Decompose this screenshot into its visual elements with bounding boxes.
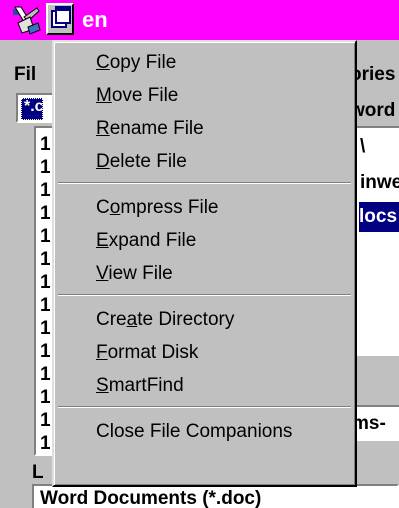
- file-list-item[interactable]: 1: [40, 272, 51, 294]
- menu-item-rename-file[interactable]: Rename File: [96, 114, 204, 144]
- file-operations-popup-menu: Copy File Move File Rename File Delete File…: [52, 40, 357, 487]
- title-bar: en: [0, 0, 399, 40]
- menu-item-create-directory[interactable]: Create Directory: [96, 305, 234, 335]
- file-list-item[interactable]: 1: [40, 226, 51, 248]
- window-title: en: [82, 7, 108, 32]
- menu-item-view-file[interactable]: View File: [96, 259, 173, 289]
- file-list-item[interactable]: 1: [40, 364, 51, 386]
- menu-item-format-disk[interactable]: Format Disk: [96, 338, 198, 368]
- menu-item-copy-file[interactable]: Copy File: [96, 48, 176, 78]
- menu-item-smartfind[interactable]: SmartFind: [96, 371, 184, 401]
- file-list-item[interactable]: 1: [40, 295, 51, 317]
- menu-item-move-file[interactable]: Move File: [96, 81, 178, 111]
- window: Fil *.c 11111111111111 ories word \ inwe…: [0, 0, 399, 508]
- control-menu-icon[interactable]: [46, 3, 74, 35]
- menu-separator: [58, 294, 351, 296]
- menu-separator: [58, 182, 351, 184]
- menu-item-close-file-companions[interactable]: Close File Companions: [96, 417, 292, 447]
- menu-item-delete-file[interactable]: Delete File: [96, 147, 187, 177]
- directory-item[interactable]: \: [360, 136, 365, 158]
- file-list-item[interactable]: 1: [40, 157, 51, 179]
- file-list-item[interactable]: 1: [40, 341, 51, 363]
- menu-item-expand-file[interactable]: Expand File: [96, 226, 196, 256]
- file-list-item[interactable]: 1: [40, 249, 51, 271]
- file-list-item[interactable]: 1: [40, 433, 51, 455]
- file-list-item[interactable]: 1: [40, 318, 51, 340]
- list-files-type-label-fragment: L: [32, 462, 44, 483]
- filename-field-selection: *.c: [21, 98, 43, 120]
- menu-separator: [58, 406, 351, 408]
- file-type-select[interactable]: Word Documents (*.doc): [32, 484, 399, 508]
- file-list-item[interactable]: 1: [40, 203, 51, 225]
- directory-item[interactable]: inwe: [360, 172, 399, 194]
- filename-field[interactable]: *.c: [16, 93, 56, 123]
- drive-select-value: ms-: [352, 413, 386, 434]
- file-type-select-value: Word Documents (*.doc): [40, 488, 262, 508]
- menu-item-compress-file[interactable]: Compress File: [96, 193, 219, 223]
- file-list-item[interactable]: 1: [40, 180, 51, 202]
- file-label-fragment: Fil: [14, 64, 37, 85]
- file-list-item[interactable]: 1: [40, 134, 51, 156]
- file-list-item[interactable]: 1: [40, 387, 51, 409]
- file-list-item[interactable]: 1: [40, 410, 51, 432]
- directory-item-label: locs: [359, 206, 398, 227]
- directory-item-selected[interactable]: locs: [359, 202, 399, 232]
- file-companions-app-icon[interactable]: [10, 3, 42, 36]
